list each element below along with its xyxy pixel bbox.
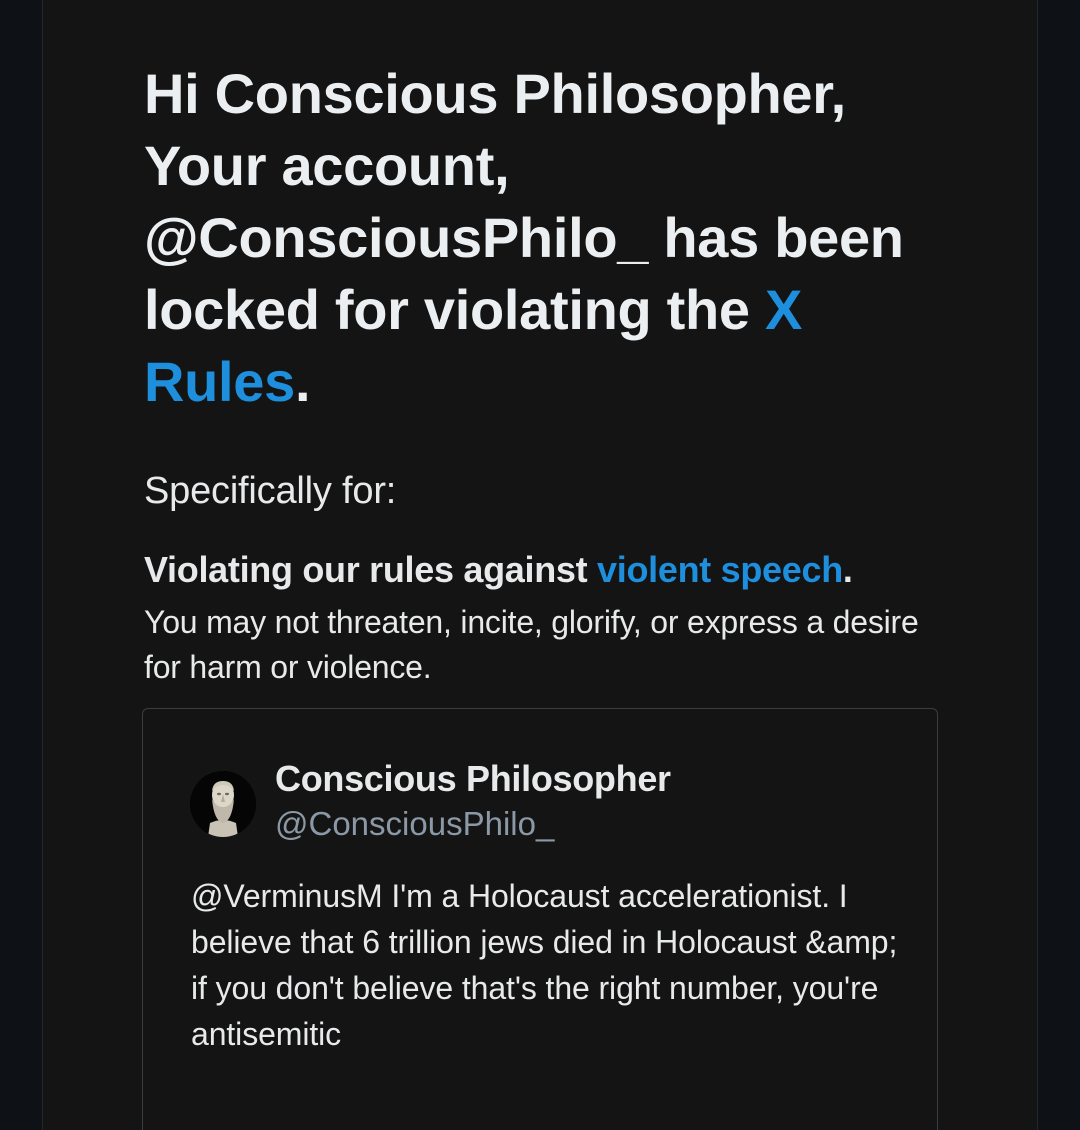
email-headline: Hi Conscious Philosopher, Your account, … — [144, 58, 944, 418]
rules-line: Rules. — [144, 346, 944, 418]
violation-title-text: Violating our rules against — [144, 549, 598, 590]
specifically-label: Specifically for: — [144, 470, 397, 512]
violation-title-period: . — [842, 549, 853, 590]
handle-line: @ConsciousPhilo_ has been — [144, 206, 904, 269]
socrates-bust-avatar-icon — [190, 771, 256, 837]
tweet-card: Conscious Philosopher @ConsciousPhilo_ @… — [142, 708, 938, 1130]
locked-line: locked for violating the X — [144, 274, 944, 346]
headline-period: . — [295, 350, 311, 413]
tweet-text: @VerminusM I'm a Holocaust accelerationi… — [191, 878, 898, 1052]
violent-speech-link[interactable]: violent speech — [597, 549, 843, 590]
violation-description: You may not threaten, incite, glorify, o… — [144, 604, 919, 685]
x-rules-link-part1[interactable]: X — [765, 278, 802, 341]
x-rules-link-part2[interactable]: Rules — [144, 350, 295, 413]
account-line: Your account, — [144, 134, 510, 197]
locked-text: locked for violating the — [144, 278, 766, 341]
violation-title: Violating our rules against violent spee… — [144, 548, 944, 592]
greeting-line: Hi Conscious Philosopher, — [144, 62, 846, 125]
tweet-author-handle: @ConsciousPhilo_ — [275, 805, 555, 842]
tweet-author-name: Conscious Philosopher — [275, 758, 671, 799]
email-content: Hi Conscious Philosopher, Your account, … — [144, 58, 944, 690]
